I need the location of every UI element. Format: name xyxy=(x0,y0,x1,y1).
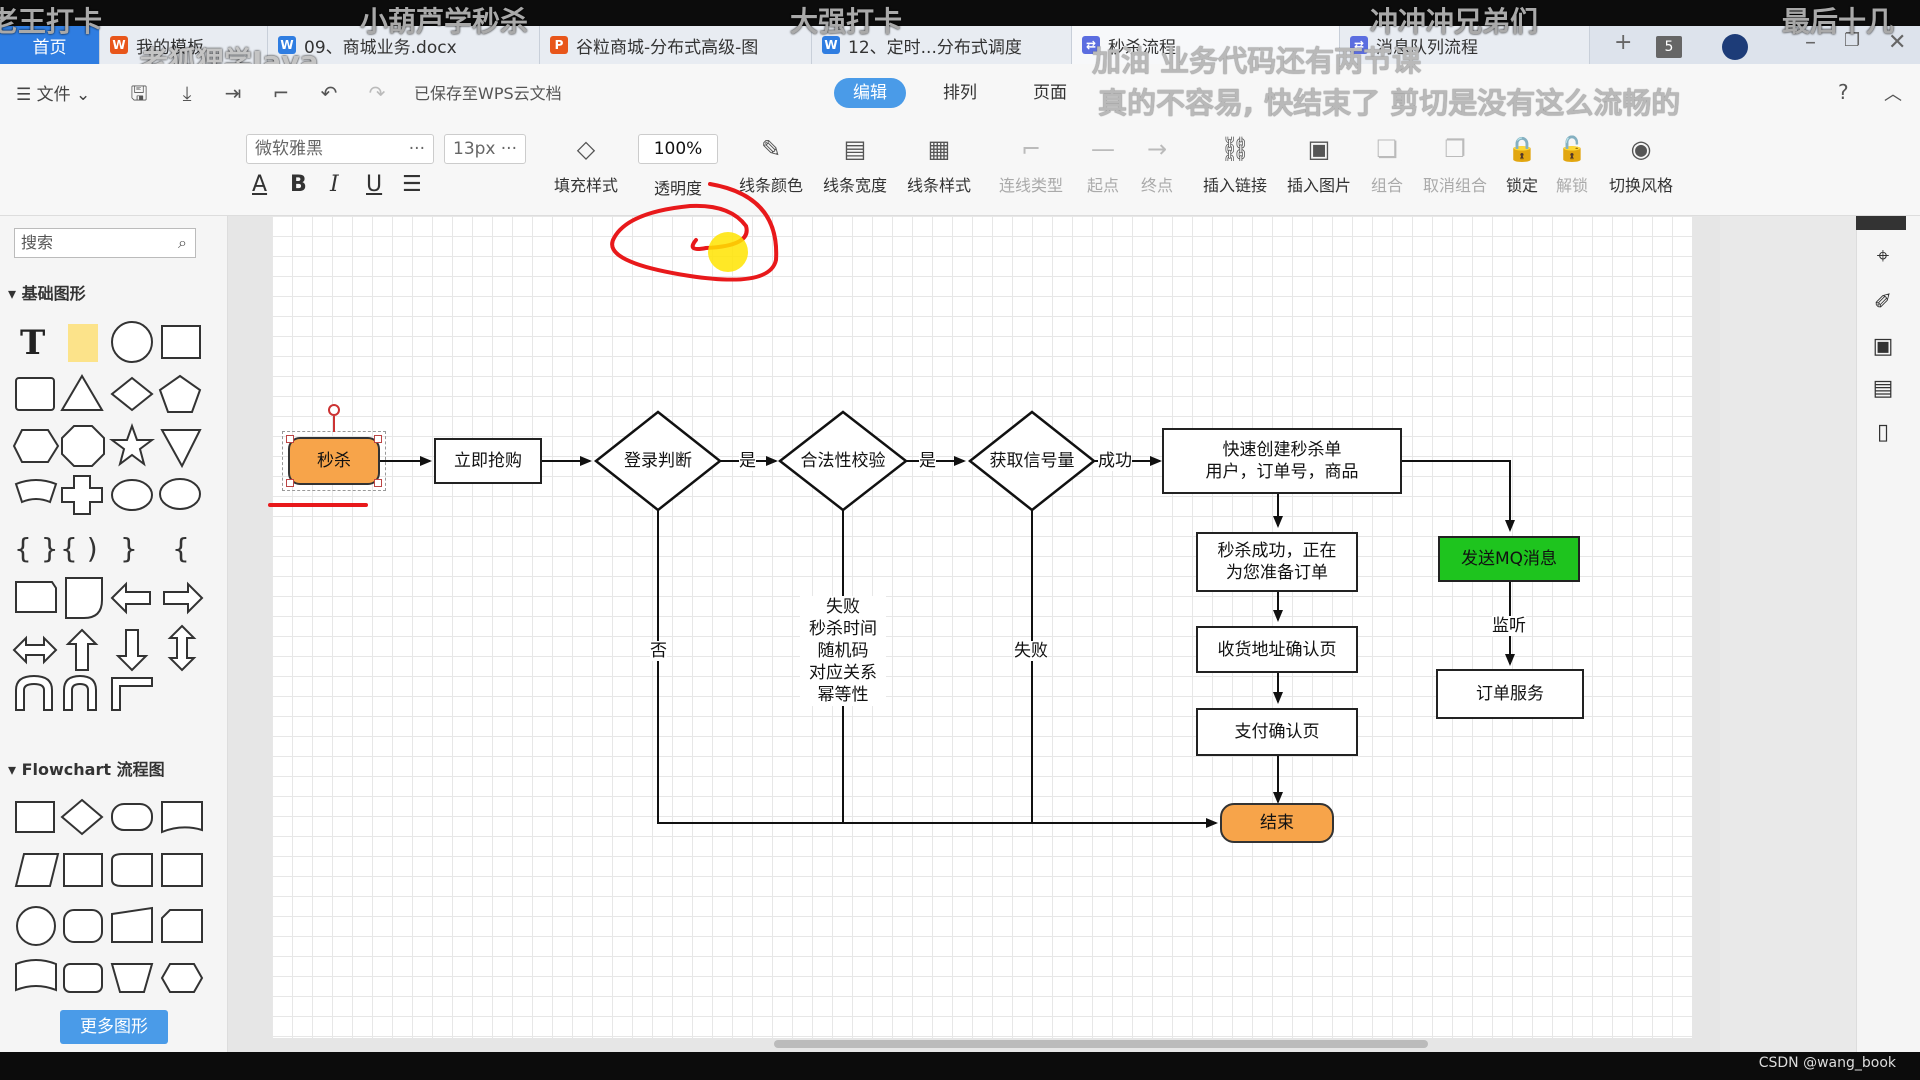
node-label: 收货地址确认页 xyxy=(1217,639,1337,660)
node-label: 快速创建秒杀单 xyxy=(1222,440,1342,460)
fail-note-line: 幂等性 xyxy=(817,685,869,705)
buy-now-node[interactable]: 立即抢购 xyxy=(434,438,542,484)
document-icon[interactable]: ▯ xyxy=(1870,420,1896,446)
fail-note-line: 失败 xyxy=(826,597,860,617)
semaphore-label: 获取信号量 xyxy=(989,451,1075,471)
node-label: 立即抢购 xyxy=(454,451,522,471)
rotate-handle-line xyxy=(333,416,335,432)
diagram-connectors xyxy=(268,182,1515,828)
order-service-node[interactable]: 订单服务 xyxy=(1436,669,1584,719)
cursor-highlight xyxy=(708,232,748,272)
edge-order-to-mq[interactable] xyxy=(1402,460,1515,532)
validity-check-label: 合法性校验 xyxy=(800,451,886,471)
resize-handle[interactable] xyxy=(374,435,382,443)
send-mq-node[interactable]: 发送MQ消息 xyxy=(1438,536,1580,582)
node-label: 用户，订单号，商品 xyxy=(1205,462,1359,482)
red-scribble-annotation xyxy=(610,182,779,282)
right-toolbar-header xyxy=(1856,216,1906,230)
seckill-success-node[interactable]: 秒杀成功，正在 为您准备订单 xyxy=(1196,532,1358,592)
edge-label-success: 成功 xyxy=(1098,451,1132,471)
edge-label-yes: 是 xyxy=(919,451,936,471)
resize-handle[interactable] xyxy=(286,435,294,443)
rotate-handle[interactable] xyxy=(328,404,340,416)
fail-note-line: 秒杀时间 xyxy=(809,619,877,639)
style-panel-icon[interactable]: ✐ xyxy=(1870,290,1896,316)
edge-label-fail: 失败 xyxy=(1014,641,1048,661)
address-confirm-node[interactable]: 收货地址确认页 xyxy=(1196,626,1358,673)
node-label: 为您准备订单 xyxy=(1226,563,1328,583)
arrange-panel-icon[interactable]: ▣ xyxy=(1870,334,1896,360)
edge-label-listen: 监听 xyxy=(1492,616,1526,636)
payment-confirm-node[interactable]: 支付确认页 xyxy=(1196,708,1358,756)
edge-label-no: 否 xyxy=(650,641,667,661)
edge-label-yes: 是 xyxy=(739,451,756,471)
node-label: 支付确认页 xyxy=(1234,722,1320,742)
watermark: CSDN @wang_book xyxy=(1758,1055,1896,1071)
page-panel-icon[interactable]: ▤ xyxy=(1870,376,1896,402)
login-check-label: 登录判断 xyxy=(624,451,692,471)
node-label: 秒杀成功，正在 xyxy=(1217,541,1337,561)
status-bar xyxy=(0,1052,1920,1080)
node-label: 结束 xyxy=(1260,813,1294,833)
navigator-icon[interactable]: ⌖ xyxy=(1870,244,1896,270)
horizontal-scrollbar[interactable] xyxy=(774,1040,1428,1048)
node-label: 发送MQ消息 xyxy=(1460,549,1558,569)
resize-handle[interactable] xyxy=(286,479,294,487)
edge-login-fail-to-end[interactable] xyxy=(657,510,1218,828)
fail-note-line: 随机码 xyxy=(817,641,869,661)
fail-note: 失败 秒杀时间 随机码 对应关系 幂等性 xyxy=(800,596,886,706)
end-node[interactable]: 结束 xyxy=(1220,803,1334,843)
resize-handle[interactable] xyxy=(374,479,382,487)
canvas-margin-right xyxy=(1720,216,1856,1052)
fail-note-line: 对应关系 xyxy=(809,663,877,683)
create-order-node[interactable]: 快速创建秒杀单 用户，订单号，商品 xyxy=(1162,428,1402,494)
node-label: 订单服务 xyxy=(1476,684,1544,704)
selection-box xyxy=(282,431,386,491)
